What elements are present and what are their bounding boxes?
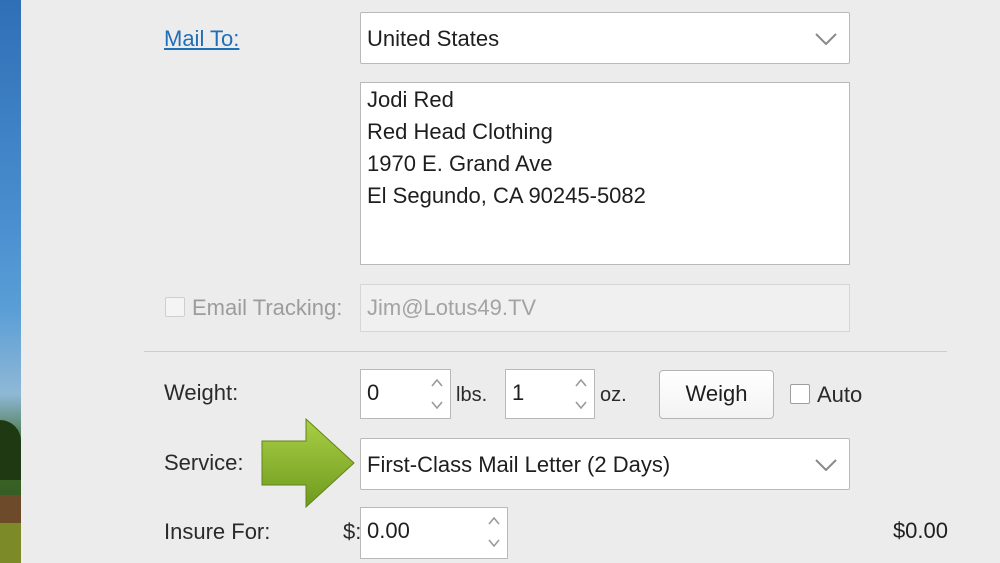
service-value: First-Class Mail Letter (2 Days): [367, 452, 671, 477]
desktop-grass: [0, 523, 21, 563]
desktop-background: [0, 0, 21, 563]
oz-unit-label: oz.: [600, 384, 627, 406]
address-line-name: Jodi Red: [367, 87, 454, 112]
insure-amount-value: 0.00: [367, 518, 410, 543]
pointer-arrow-icon: [261, 417, 355, 509]
insure-currency-label: $:: [343, 519, 362, 544]
auto-label: Auto: [817, 382, 863, 407]
desktop-tree: [0, 420, 21, 480]
chevron-down-icon: [815, 33, 837, 45]
address-line-street: 1970 E. Grand Ave: [367, 151, 553, 176]
weight-lbs-value: 0: [367, 380, 380, 405]
section-divider: [144, 351, 947, 352]
country-select[interactable]: United States: [360, 12, 850, 64]
email-tracking-field[interactable]: Jim@Lotus49.TV: [360, 284, 850, 332]
stepper-arrows-icon[interactable]: [430, 376, 444, 412]
email-tracking-value: Jim@Lotus49.TV: [367, 295, 537, 320]
weight-lbs-stepper[interactable]: 0: [360, 369, 451, 419]
email-tracking-label: Email Tracking:: [192, 295, 343, 320]
desktop-roof: [0, 495, 21, 523]
weight-oz-stepper[interactable]: 1: [505, 369, 595, 419]
weight-label: Weight:: [164, 380, 239, 405]
stepper-arrows-icon[interactable]: [574, 376, 588, 412]
insure-amount-stepper[interactable]: 0.00: [360, 507, 508, 559]
service-select[interactable]: First-Class Mail Letter (2 Days): [360, 438, 850, 490]
weight-oz-value: 1: [512, 380, 525, 405]
mail-to-link[interactable]: Mail To:: [164, 26, 239, 52]
address-textarea[interactable]: Jodi Red Red Head Clothing 1970 E. Grand…: [360, 82, 850, 265]
address-line-city: El Segundo, CA 90245-5082: [367, 183, 646, 208]
chevron-down-icon: [815, 459, 837, 471]
auto-checkbox[interactable]: [790, 384, 810, 404]
service-label: Service:: [164, 450, 244, 475]
weigh-button[interactable]: Weigh: [659, 370, 774, 419]
email-tracking-checkbox[interactable]: [165, 297, 185, 317]
lbs-unit-label: lbs.: [456, 384, 488, 406]
insurance-cost: $0.00: [892, 518, 948, 543]
insure-label: Insure For:: [164, 519, 271, 544]
stepper-arrows-icon[interactable]: [487, 514, 501, 550]
address-line-company: Red Head Clothing: [367, 119, 553, 144]
country-value: United States: [367, 26, 500, 51]
